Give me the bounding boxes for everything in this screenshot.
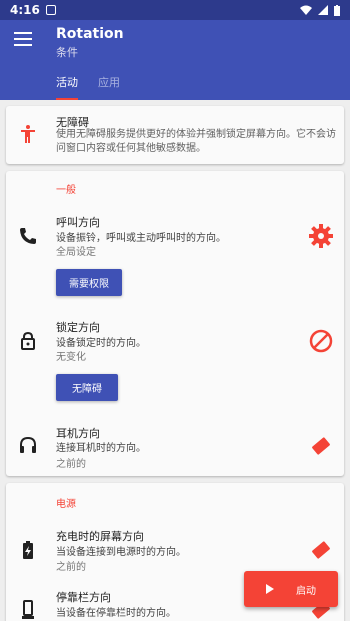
rotate-icon[interactable] — [308, 537, 334, 563]
lock-icon — [21, 331, 35, 350]
lock-desc: 设备锁定时的方向。 — [56, 338, 146, 349]
status-bar: 4:16 — [0, 0, 350, 20]
phone-icon — [20, 228, 36, 244]
headset-icon — [20, 436, 36, 453]
request-permission-button[interactable]: 需要权限 — [56, 269, 122, 296]
call-title: 呼叫方向 — [56, 216, 100, 229]
call-desc: 设备振铃，呼叫或主动呼叫时的方向。 — [56, 233, 226, 244]
headset-value: 之前的 — [56, 459, 86, 470]
dock-icon — [22, 600, 34, 619]
tab-activity[interactable]: 活动 — [56, 74, 78, 100]
dock-title: 停靠栏方向 — [56, 591, 111, 604]
tab-bar: 活动 应用 — [56, 74, 120, 100]
start-label: 启动 — [296, 585, 316, 597]
wifi-icon — [300, 5, 312, 15]
app-title: Rotation — [56, 26, 124, 42]
accessibility-desc: 使用无障碍服务提供更好的体验并强制锁定屏幕方向。它不会访问窗口内容或任何其他敏感… — [56, 129, 336, 154]
signal-icon — [318, 5, 328, 15]
status-icons — [300, 4, 340, 16]
status-time: 4:16 — [10, 3, 40, 17]
general-card: 一般 呼叫方向 设备振铃，呼叫或主动呼叫时的方向。 全局设定 需要权限 锁定方向… — [6, 171, 344, 476]
menu-icon[interactable] — [14, 32, 32, 48]
accessibility-card[interactable]: 无障碍 使用无障碍服务提供更好的体验并强制锁定屏幕方向。它不会访问窗口内容或任何… — [6, 106, 344, 164]
section-title-power: 电源 — [56, 499, 76, 510]
lock-title: 锁定方向 — [56, 321, 100, 334]
tab-apps[interactable]: 应用 — [98, 74, 120, 100]
accessibility-button[interactable]: 无障碍 — [56, 374, 118, 401]
start-button[interactable]: 启动 — [244, 571, 338, 607]
charging-value: 之前的 — [56, 562, 86, 573]
call-value: 全局设定 — [56, 247, 96, 258]
charging-desc: 当设备连接到电源时的方向。 — [56, 547, 186, 558]
rotate-icon[interactable] — [308, 433, 334, 459]
battery-charging-icon — [23, 541, 33, 559]
accessibility-icon — [21, 125, 35, 143]
lock-value: 无变化 — [56, 352, 86, 363]
section-title-general: 一般 — [56, 185, 76, 196]
battery-icon — [334, 4, 340, 16]
charging-title: 充电时的屏幕方向 — [56, 530, 144, 543]
a-icon — [45, 5, 56, 15]
app-bar: Rotation 条件 活动 应用 — [0, 20, 350, 100]
blocked-icon[interactable] — [308, 328, 334, 354]
headset-desc: 连接耳机时的方向。 — [56, 443, 146, 454]
gear-icon[interactable] — [308, 223, 334, 249]
dock-desc: 当设备在停靠栏时的方向。 — [56, 608, 176, 619]
app-subtitle: 条件 — [56, 46, 78, 59]
play-icon — [266, 584, 274, 594]
